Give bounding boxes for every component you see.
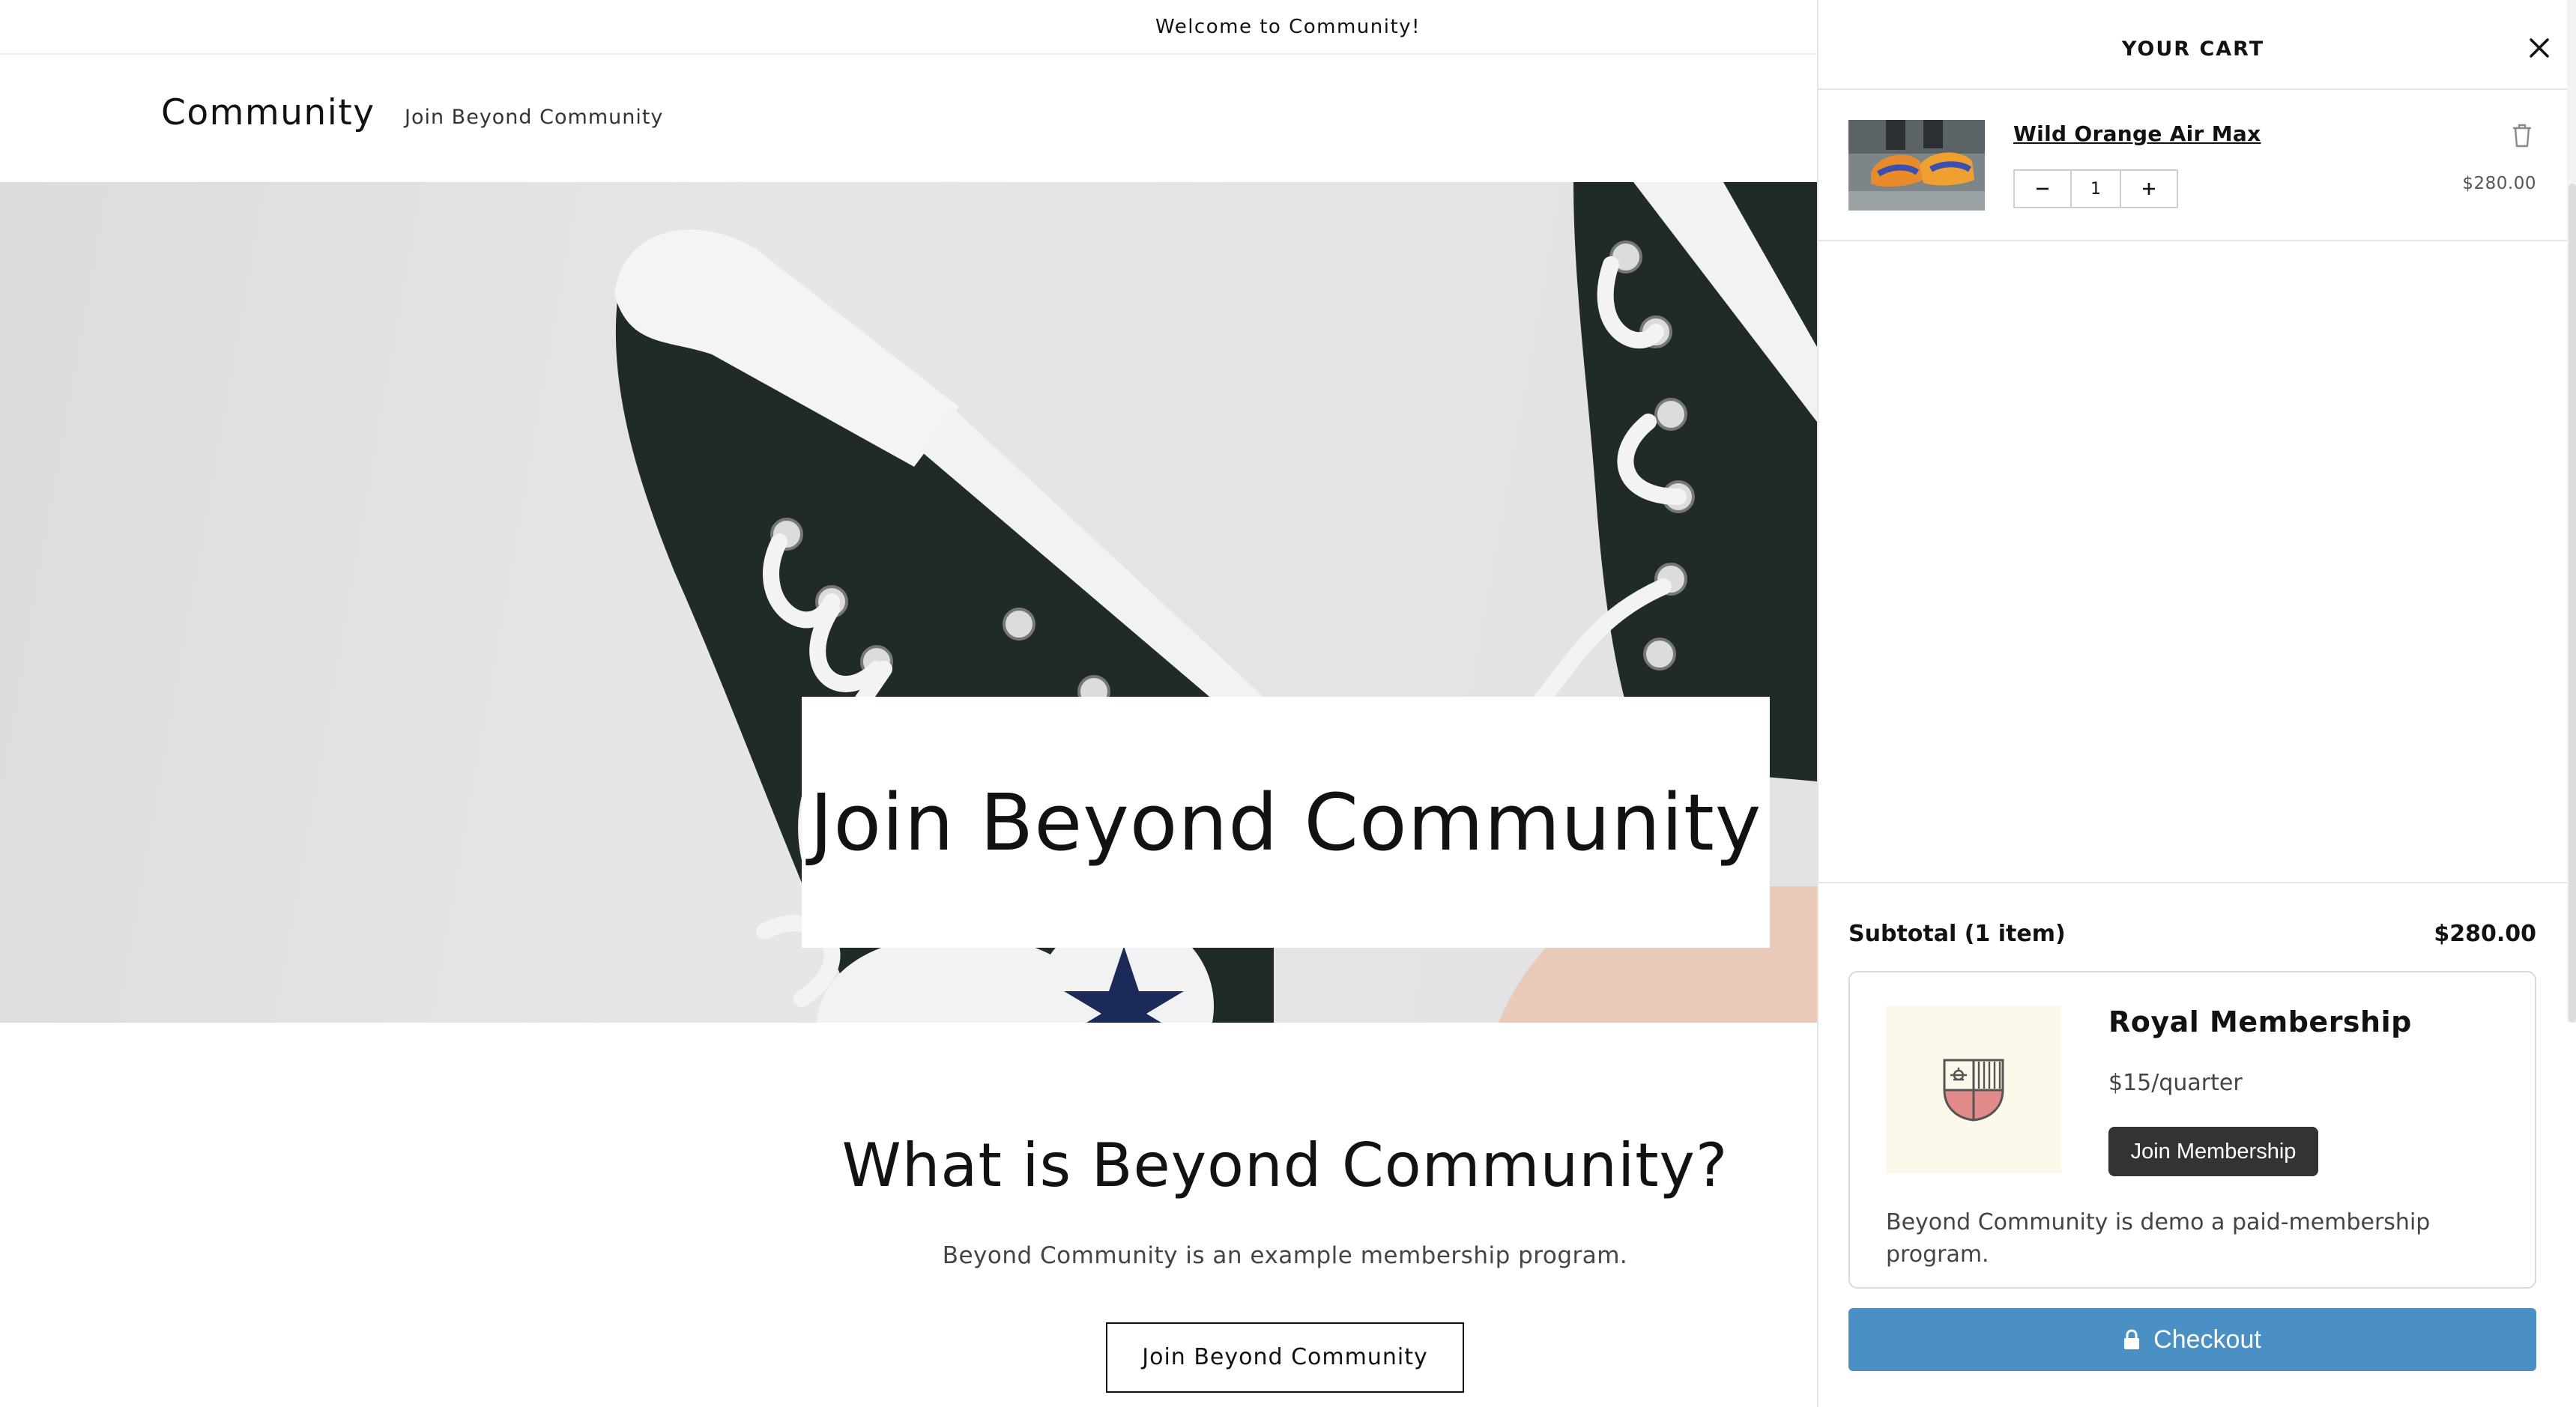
membership-description: Beyond Community is demo a paid-membersh…	[1886, 1209, 2431, 1268]
crest-icon	[1943, 1059, 2004, 1122]
cart-title: YOUR CART	[2121, 37, 2265, 61]
join-membership-button[interactable]: Join Membership	[2108, 1127, 2318, 1176]
nav-link-join-beyond-community[interactable]: Join Beyond Community	[405, 106, 663, 129]
membership-title: Royal Membership	[2108, 1005, 2412, 1038]
hero-title: Join Beyond Community	[809, 776, 1762, 868]
quantity-stepper: 1	[2013, 169, 2178, 208]
announcement-text: Welcome to Community!	[1155, 15, 1421, 38]
minus-icon[interactable]	[2015, 171, 2070, 207]
subtotal-label: Subtotal (1 item)	[1848, 921, 2066, 947]
membership-price: $15/quarter	[2108, 1070, 2243, 1096]
cart-item-price: $280.00	[2462, 174, 2536, 193]
hero-banner: Join Beyond Community	[0, 182, 1817, 1023]
checkout-button[interactable]: Checkout	[1848, 1308, 2536, 1371]
cart-footer: Subtotal (1 item) $280.00 Royal Membersh…	[1818, 882, 2567, 1407]
cart-scrollbar-thumb[interactable]	[2569, 184, 2576, 1023]
trash-icon[interactable]	[2509, 121, 2535, 150]
membership-image	[1886, 1005, 2061, 1173]
product-thumbnail[interactable]	[1848, 120, 1985, 211]
membership-upsell-card: Royal Membership $15/quarter Join Member…	[1848, 971, 2536, 1289]
close-icon[interactable]	[2524, 33, 2554, 63]
plus-icon[interactable]	[2121, 171, 2177, 207]
quantity-value[interactable]: 1	[2070, 171, 2121, 207]
cart-drawer: YOUR CART Wild Orange Air Max 1 $280.00 …	[1817, 0, 2576, 1407]
store-logo[interactable]: Community	[161, 92, 375, 133]
cart-item-name[interactable]: Wild Orange Air Max	[2013, 121, 2261, 146]
cart-line-item: Wild Orange Air Max 1 $280.00	[1818, 90, 2567, 241]
lock-icon	[2124, 1329, 2140, 1349]
hero-title-card: Join Beyond Community	[802, 697, 1770, 948]
subtotal-value: $280.00	[2434, 921, 2536, 947]
cart-drawer-header: YOUR CART	[1818, 0, 2576, 90]
checkout-label: Checkout	[2153, 1325, 2261, 1354]
join-community-button[interactable]: Join Beyond Community	[1106, 1322, 1464, 1393]
